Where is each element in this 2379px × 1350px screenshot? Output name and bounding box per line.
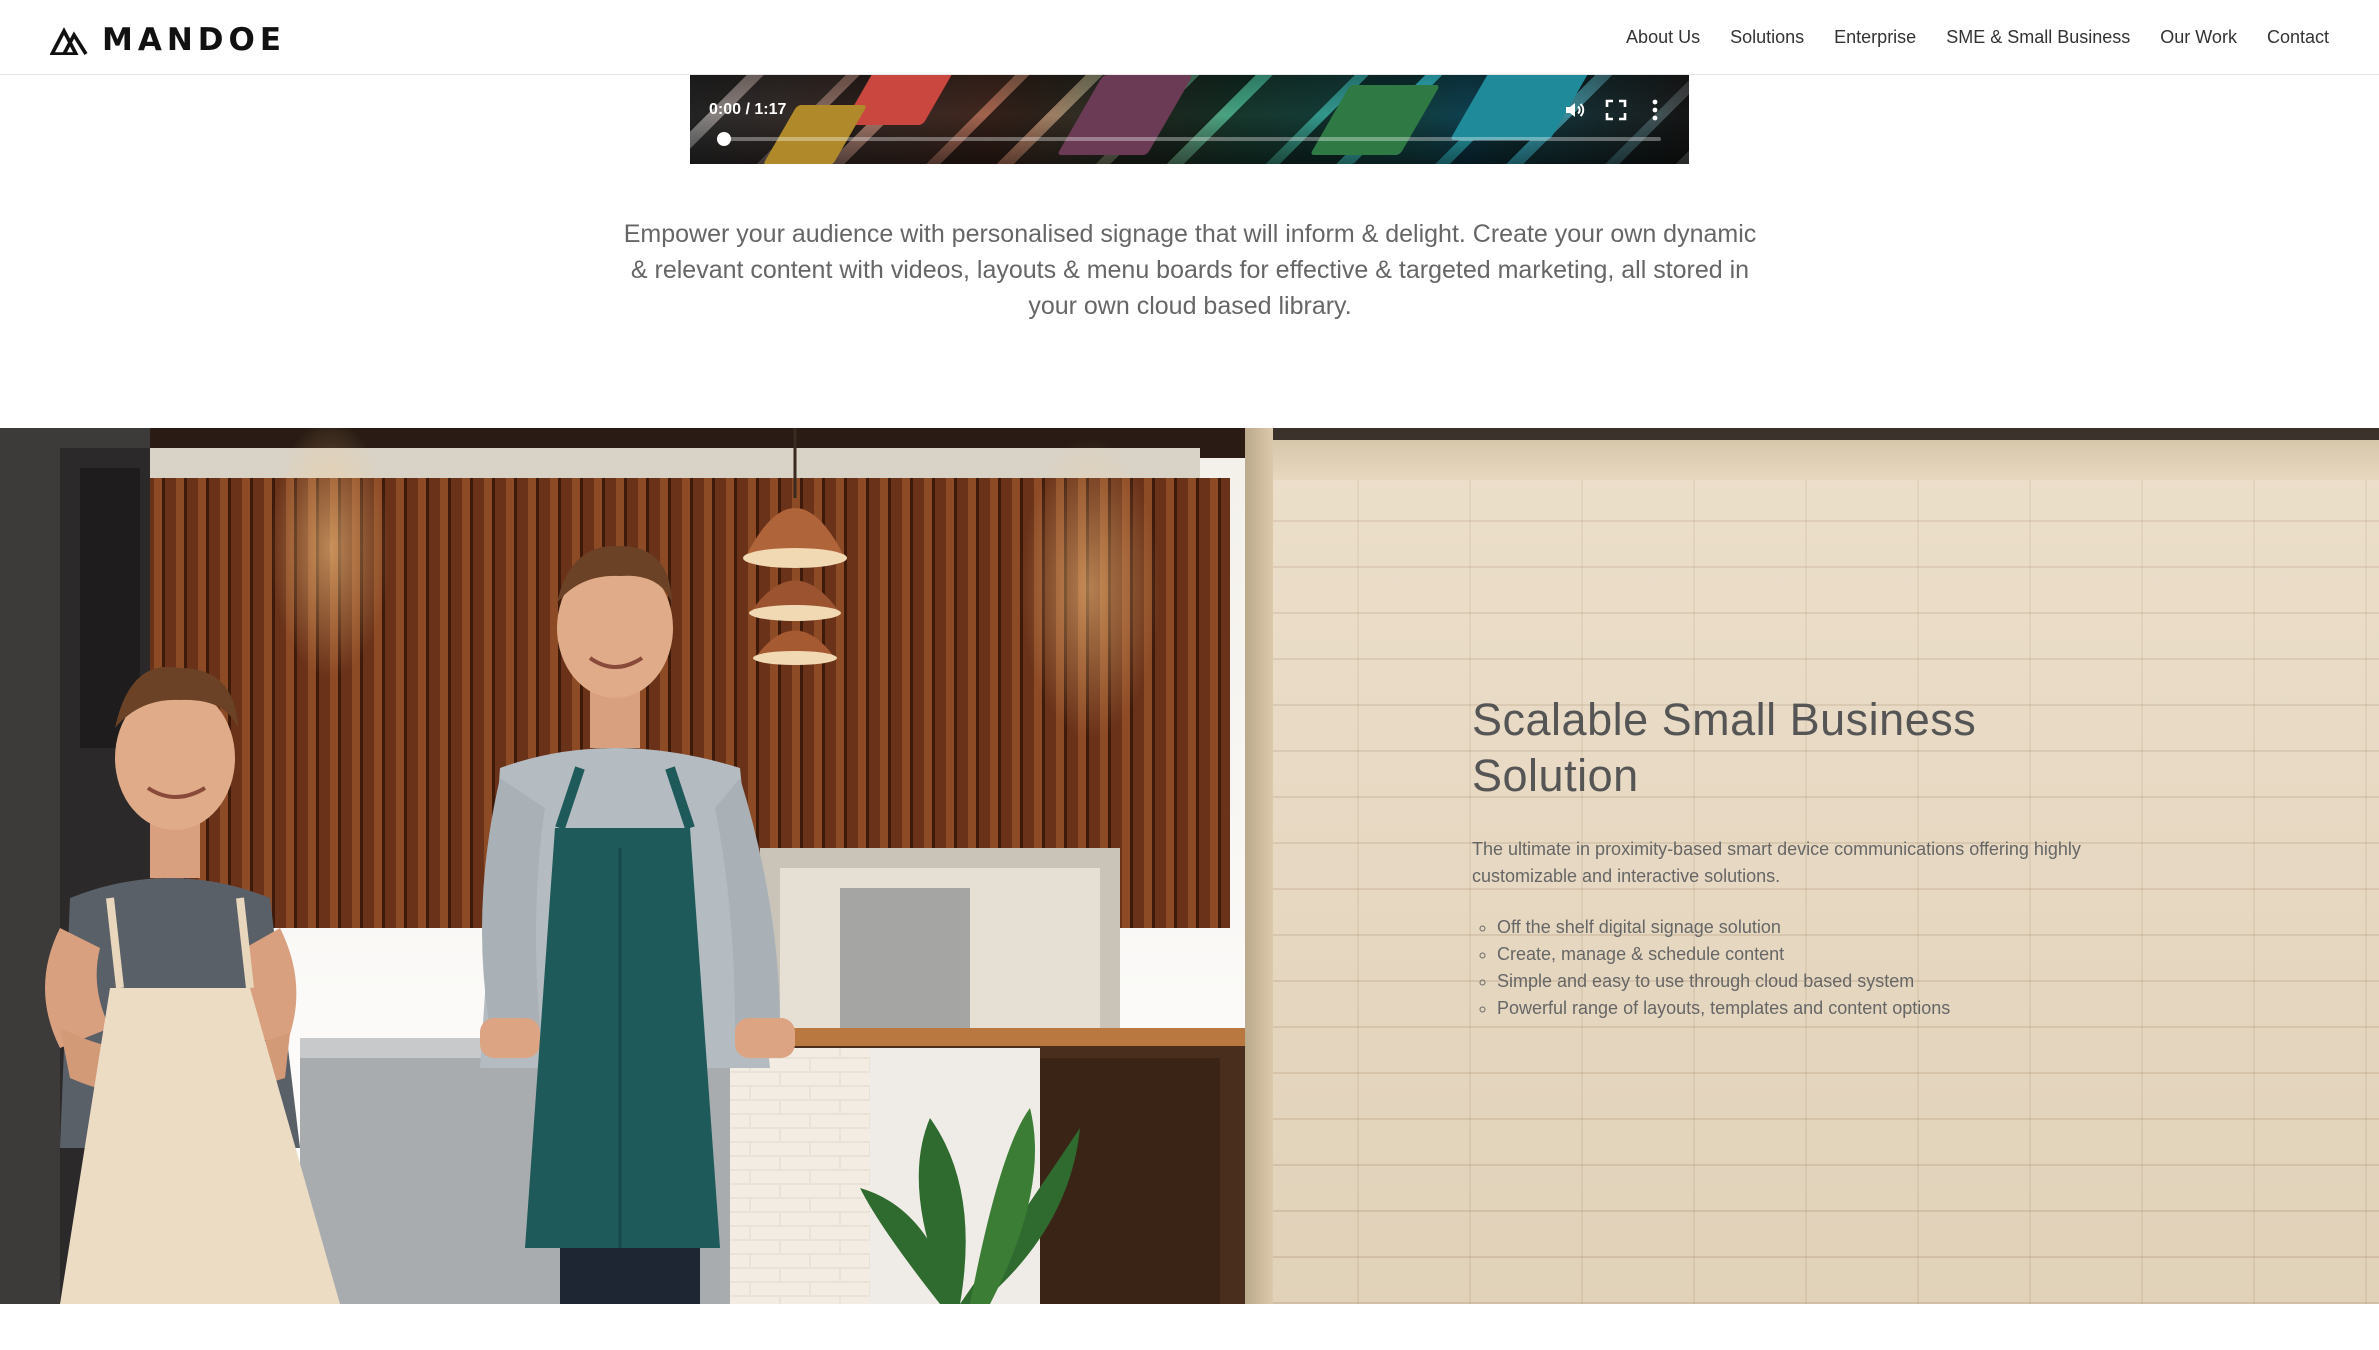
nav-enterprise[interactable]: Enterprise — [1834, 27, 1916, 48]
small-business-hero: Scalable Small Business Solution The ult… — [0, 428, 2379, 1304]
list-item: Powerful range of layouts, templates and… — [1497, 995, 2082, 1022]
nav-sme-small-business[interactable]: SME & Small Business — [1946, 27, 2130, 48]
list-item: Simple and easy to use through cloud bas… — [1497, 968, 2082, 995]
list-item: Off the shelf digital signage solution — [1497, 914, 2082, 941]
feature-list: Off the shelf digital signage solution C… — [1472, 914, 2082, 1022]
wall-ledge — [1273, 440, 2379, 480]
list-item: Create, manage & schedule content — [1497, 941, 2082, 968]
nav-our-work[interactable]: Our Work — [2160, 27, 2237, 48]
main-nav: About Us Solutions Enterprise SME & Smal… — [1626, 0, 2329, 75]
intro-text: Empower your audience with personalised … — [623, 220, 1757, 320]
video-player[interactable]: 0:00 / 1:17 — [690, 75, 1689, 164]
mountain-logo-icon — [50, 27, 88, 55]
brand-name: MANDOE — [102, 22, 287, 58]
brand-logo[interactable]: MANDOE — [50, 24, 286, 56]
wall-edge — [1245, 428, 1273, 1304]
video-progress-bar[interactable] — [717, 132, 1661, 146]
wall-top-trim — [1245, 428, 2379, 440]
nav-about-us[interactable]: About Us — [1626, 27, 1700, 48]
video-time: 0:00 / 1:17 — [709, 101, 787, 118]
nav-contact[interactable]: Contact — [2267, 27, 2329, 48]
cafe-staff-photo — [0, 428, 1245, 1304]
more-options-icon[interactable] — [1642, 97, 1668, 123]
nav-solutions[interactable]: Solutions — [1730, 27, 1804, 48]
fullscreen-icon[interactable] — [1603, 97, 1629, 123]
video-progress-knob[interactable] — [717, 132, 731, 146]
hero-title: Scalable Small Business Solution — [1472, 694, 1977, 801]
hero-description: The ultimate in proximity-based smart de… — [1472, 839, 2081, 886]
site-header: MANDOE About Us Solutions Enterprise SME… — [0, 0, 2379, 75]
hero-content: Scalable Small Business Solution The ult… — [1472, 692, 2082, 1022]
volume-icon[interactable] — [1562, 97, 1588, 123]
cafe-illustration — [0, 428, 1245, 1304]
